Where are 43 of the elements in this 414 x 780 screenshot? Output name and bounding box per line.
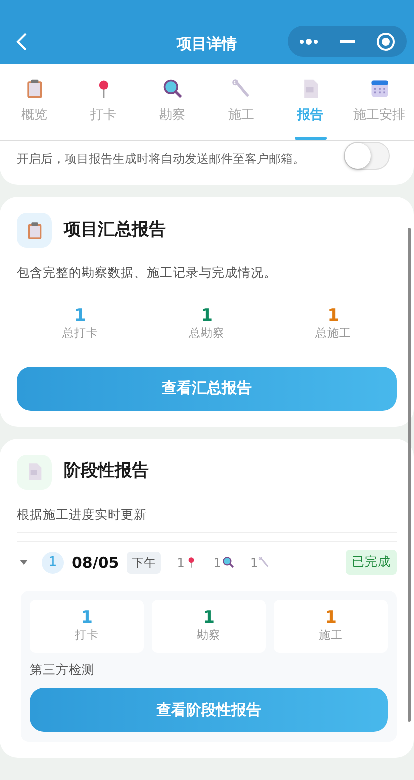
tab[interactable]: 打卡: [69, 64, 138, 140]
stat-value: 1: [203, 608, 215, 628]
stat-label: 勘察: [197, 627, 221, 644]
stat-label: 施工: [319, 627, 343, 644]
caret-icon[interactable]: [20, 560, 28, 566]
stat-label: 打卡: [75, 627, 99, 644]
count-value: 1: [177, 554, 185, 572]
card-description: 根据施工进度实时更新: [17, 506, 397, 534]
stat-value: 1: [200, 306, 213, 326]
minimize-icon[interactable]: [340, 40, 355, 43]
tab[interactable]: 施工安排: [345, 64, 414, 140]
stat-label: 总施工: [314, 325, 353, 342]
period-tag: 下午: [127, 552, 162, 574]
tab[interactable]: 报告: [276, 64, 345, 140]
card-description: 包含完整的勘察数据、施工记录与完成情况。: [17, 264, 278, 282]
back-icon[interactable]: [16, 32, 28, 52]
stat-value: 1: [326, 306, 341, 326]
view-summary-report-button[interactable]: 查看汇总报告: [17, 366, 397, 411]
tab[interactable]: 施工: [207, 64, 276, 140]
magnifier-icon: [162, 78, 184, 100]
stat-value: 1: [73, 306, 88, 326]
toggle-switch[interactable]: [344, 142, 390, 170]
status-tag: 已完成: [346, 550, 397, 576]
tab[interactable]: 勘察: [138, 64, 207, 140]
stage-date: 08/05: [72, 552, 120, 574]
stat-label: 总勘察: [188, 325, 226, 342]
count-value: 1: [214, 554, 222, 572]
setting-description: 开启后，项目报告生成时将自动发送邮件至客户邮箱。: [17, 151, 306, 168]
card-title: 项目汇总报告: [64, 218, 166, 242]
wrench-icon: [258, 556, 272, 570]
stage-number: 1: [42, 552, 64, 574]
card-title: 阶段性报告: [64, 460, 149, 484]
stat-value: 1: [325, 608, 337, 628]
stat-value: 1: [81, 608, 93, 628]
count-value: 1: [250, 554, 258, 572]
more-icon[interactable]: [298, 38, 319, 44]
view-stage-report-button[interactable]: 查看阶段性报告: [30, 688, 388, 732]
stat-label: 总打卡: [61, 325, 100, 342]
tab[interactable]: 概览: [0, 64, 69, 140]
close-icon[interactable]: [376, 32, 396, 52]
stage-note: 第三方检测: [30, 661, 96, 680]
magnifier-icon: [222, 556, 235, 570]
page-title: 项目详情: [176, 34, 238, 55]
